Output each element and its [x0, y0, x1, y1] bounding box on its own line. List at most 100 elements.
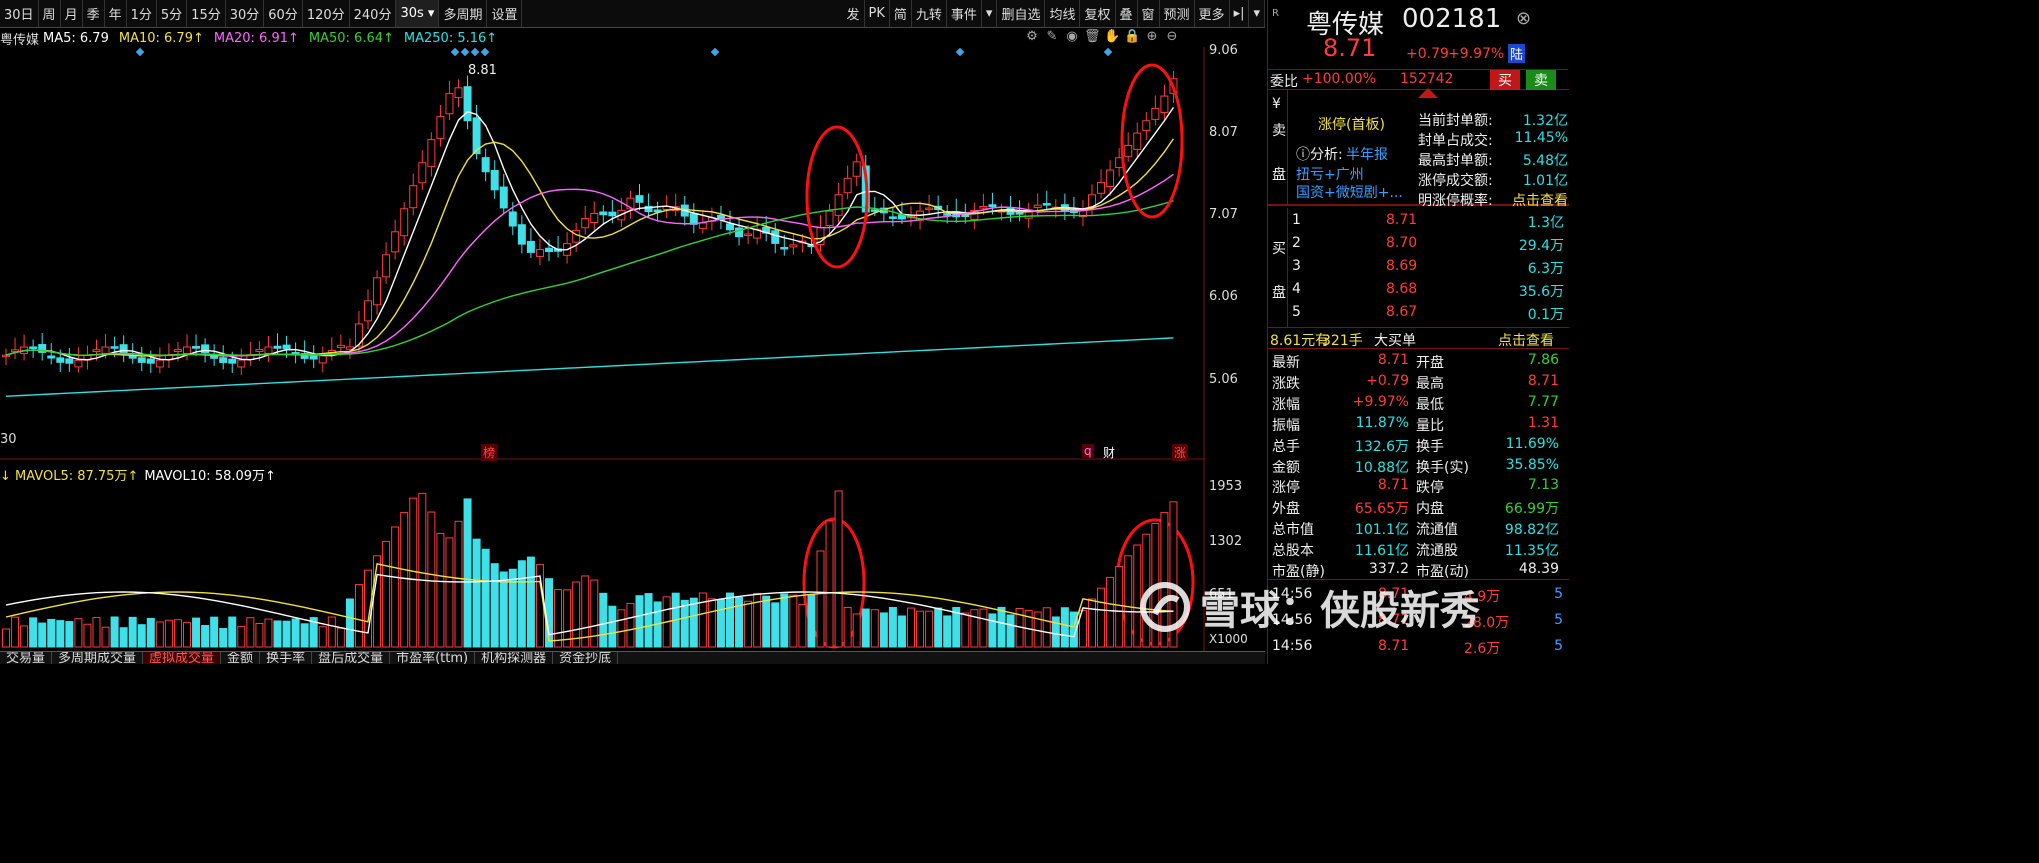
period-tab[interactable]: 15分: [187, 0, 226, 27]
candle-body: [56, 357, 65, 363]
tool-button[interactable]: 删自选: [997, 0, 1046, 27]
indicator-tab[interactable]: 盘后成交量: [312, 652, 391, 664]
tool-button[interactable]: 简: [890, 0, 912, 27]
candle-body: [843, 177, 852, 194]
close-icon[interactable]: ⊗: [1516, 8, 1531, 29]
candle-body: [635, 195, 644, 203]
indicator-tab[interactable]: 交易量: [0, 652, 53, 664]
event-marker[interactable]: 涨: [1172, 444, 1189, 461]
tool-button[interactable]: PK: [865, 0, 890, 27]
volume-bar: [291, 618, 300, 648]
period-tab[interactable]: 240分: [350, 0, 397, 27]
stat-key: 流通值: [1416, 522, 1458, 539]
period-tab[interactable]: 1分: [127, 0, 157, 27]
collapse-icon[interactable]: [1418, 88, 1438, 98]
event-diamond-icon[interactable]: [460, 47, 470, 57]
period-tab[interactable]: 60分: [264, 0, 303, 27]
period-tab[interactable]: 季: [83, 0, 105, 27]
eye-icon[interactable]: ◉: [1064, 29, 1080, 44]
trash-icon[interactable]: 🗑: [1084, 29, 1101, 44]
candle-body: [1097, 181, 1106, 194]
volume-bar: [11, 616, 20, 648]
tick-row: 14:56 8.71 2.6万 5: [1268, 638, 1569, 662]
event-diamond-icon[interactable]: [955, 47, 965, 57]
period-tab[interactable]: 30分: [226, 0, 265, 27]
indicator-tab[interactable]: 资金抄底: [553, 652, 619, 664]
big-order-link[interactable]: 点击查看: [1498, 330, 1554, 350]
indicator-tab[interactable]: 市盈率(ttm): [390, 652, 476, 664]
limit-stat-value: 1.32亿: [1522, 113, 1568, 129]
period-tab[interactable]: 年: [105, 0, 127, 27]
hand-icon[interactable]: ✋: [1104, 29, 1120, 44]
event-diamond-icon[interactable]: [135, 47, 145, 57]
pen-icon[interactable]: ✎: [1044, 29, 1060, 44]
kline-chart[interactable]: 8.81: [0, 47, 1205, 651]
indicator-tab[interactable]: 换手率: [260, 652, 313, 664]
volume-bar: [56, 620, 65, 648]
tool-button[interactable]: 复权: [1080, 0, 1116, 27]
zoom-in-icon[interactable]: ⊕: [1144, 29, 1160, 44]
period-tab[interactable]: 30s ▾: [396, 0, 440, 27]
event-diamond-icon[interactable]: [470, 47, 480, 57]
volume-bar: [83, 623, 92, 648]
event-diamond-icon[interactable]: [710, 47, 720, 57]
toolbar-button[interactable]: 多周期: [439, 0, 488, 27]
tool-button[interactable]: 叠: [1116, 0, 1138, 27]
tool-button[interactable]: 发: [842, 0, 865, 27]
weibi-label: 委比: [1270, 74, 1298, 90]
indicator-tab[interactable]: 金额: [221, 652, 261, 664]
gear-icon[interactable]: ⚙: [1024, 29, 1040, 44]
tool-button[interactable]: ▾: [982, 0, 998, 27]
sell-label: 卖: [1272, 123, 1286, 139]
tool-button[interactable]: ▾: [1249, 0, 1265, 27]
sell-button[interactable]: 卖: [1526, 70, 1556, 90]
volume-bar: [436, 532, 445, 648]
period-tab[interactable]: 周: [39, 0, 61, 27]
tool-button[interactable]: 均线: [1045, 0, 1081, 27]
tool-button[interactable]: 事件: [947, 0, 982, 27]
buy-book-row[interactable]: 4 8.68 35.6万: [1292, 281, 1564, 303]
buy-button[interactable]: 买: [1490, 70, 1520, 90]
tool-button[interactable]: 预测: [1160, 0, 1195, 27]
period-tab[interactable]: 120分: [303, 0, 350, 27]
buy-book-row[interactable]: 2 8.70 29.4万: [1292, 235, 1564, 257]
concepts-more[interactable]: 国资+微短剧+...: [1296, 182, 1403, 202]
quote-stat-row: 金额 10.88亿 换手(实) 35.85%: [1268, 457, 1569, 477]
volume-bar: [391, 526, 400, 648]
tool-button[interactable]: 九转: [912, 0, 947, 27]
indicator-tab[interactable]: 虚拟成交量: [143, 652, 222, 664]
event-marker[interactable]: 财: [1101, 444, 1117, 461]
buy-book-row[interactable]: 5 8.67 0.1万: [1292, 304, 1564, 326]
lock-icon[interactable]: 🔒: [1124, 29, 1140, 44]
stat-value: 8.71: [1527, 372, 1559, 389]
tool-button[interactable]: ▸|: [1230, 0, 1250, 27]
buy-book-row[interactable]: 1 8.71 1.3亿: [1292, 212, 1564, 234]
buy-book-row[interactable]: 3 8.69 6.3万: [1292, 258, 1564, 280]
pan-label: 盘: [1272, 167, 1286, 183]
event-diamond-icon[interactable]: [1103, 47, 1113, 57]
stat-value: 48.39: [1518, 561, 1559, 577]
volume-bar: [635, 595, 644, 648]
toolbar-button[interactable]: 设置: [487, 0, 523, 27]
concepts[interactable]: 扭亏+广州: [1296, 164, 1364, 184]
analysis-link[interactable]: 半年报: [1346, 144, 1388, 164]
tool-button[interactable]: 更多: [1195, 0, 1230, 27]
tool-button[interactable]: 窗: [1138, 0, 1160, 27]
volume-bar: [183, 622, 191, 648]
volume-bar: [599, 592, 608, 648]
period-tab[interactable]: 月: [61, 0, 83, 27]
period-tab[interactable]: 5分: [157, 0, 188, 27]
event-marker[interactable]: q: [1082, 444, 1094, 458]
event-marker[interactable]: 榜: [481, 444, 498, 461]
r-icon: R: [1272, 8, 1279, 19]
book-level: 5: [1292, 304, 1301, 320]
indicator-tab[interactable]: 多周期成交量: [52, 652, 144, 664]
event-diamond-icon[interactable]: [480, 47, 490, 57]
event-diamond-icon[interactable]: [450, 47, 460, 57]
limit-stat-value[interactable]: 点击查看: [1512, 190, 1568, 210]
stat-value: 8.71: [1377, 352, 1409, 368]
ma-legend-item: MA5: 6.79: [43, 30, 109, 46]
zoom-out-icon[interactable]: ⊖: [1164, 29, 1180, 44]
indicator-tab[interactable]: 机构探测器: [475, 652, 554, 664]
period-tab[interactable]: 30日: [0, 0, 39, 27]
